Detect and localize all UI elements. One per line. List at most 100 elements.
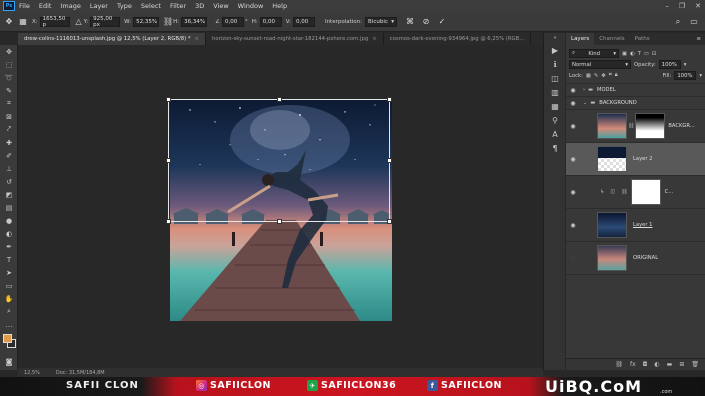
- height-field[interactable]: 36,34%: [181, 16, 208, 27]
- menu-select[interactable]: Select: [141, 2, 161, 10]
- close-tab-icon[interactable]: ×: [195, 36, 199, 42]
- warp-mode-icon[interactable]: ⌘: [405, 17, 415, 27]
- search-icon[interactable]: ⌕: [673, 17, 683, 27]
- eye-icon[interactable]: ◉: [566, 156, 580, 163]
- collapse-panels-icon[interactable]: «: [544, 33, 566, 43]
- transform-handle-ml[interactable]: [166, 158, 171, 163]
- workspace-icon[interactable]: ▭: [689, 17, 699, 27]
- menu-image[interactable]: Image: [60, 2, 80, 10]
- maximize-icon[interactable]: ❐: [679, 2, 685, 10]
- lock-position-icon[interactable]: ✥: [601, 73, 605, 79]
- rectangle-icon[interactable]: ▭: [0, 279, 18, 292]
- lasso-icon[interactable]: ➰: [0, 71, 18, 84]
- interpolation-select[interactable]: Bicubic ▾: [365, 16, 398, 27]
- brush-settings-icon[interactable]: ⚲: [544, 113, 566, 127]
- angle-field[interactable]: 0,00: [222, 16, 245, 27]
- frame-icon[interactable]: ⊠: [0, 110, 18, 123]
- layer-row-backgr[interactable]: ◉ ⛓ BACKGR...: [566, 110, 705, 143]
- chevron-down-icon[interactable]: ▾: [684, 62, 687, 68]
- transform-handle-tc[interactable]: [277, 97, 282, 102]
- kind-filter-select[interactable]: ⌕ Kind ▾: [569, 49, 619, 58]
- y-field[interactable]: 925,00 px: [90, 16, 121, 28]
- pen-icon[interactable]: ✒: [0, 240, 18, 253]
- healing-brush-icon[interactable]: ✚: [0, 136, 18, 149]
- filter-smart-icon[interactable]: ⊡: [652, 51, 656, 57]
- brush-icon[interactable]: ✐: [0, 149, 18, 162]
- menu-layer[interactable]: Layer: [90, 2, 108, 10]
- opacity-field[interactable]: 100%: [658, 60, 681, 69]
- transform-handle-br[interactable]: [387, 219, 392, 224]
- transform-bounding-box[interactable]: [166, 97, 392, 224]
- x-field[interactable]: 1653,50 p: [39, 16, 70, 28]
- menu-3d[interactable]: 3D: [195, 2, 204, 10]
- layer-mask-thumbnail[interactable]: [635, 113, 666, 139]
- lock-artboard-icon[interactable]: ⌗: [609, 72, 612, 79]
- quick-mask-icon[interactable]: ◙: [0, 355, 18, 368]
- new-adjustment-icon[interactable]: ◐: [654, 361, 659, 368]
- layer-row-model[interactable]: ◉ › ▬ MODEL: [566, 84, 705, 97]
- path-selection-icon[interactable]: ➤: [0, 266, 18, 279]
- filter-pixel-icon[interactable]: ▣: [622, 51, 627, 57]
- eye-icon[interactable]: ◉: [566, 222, 580, 229]
- eraser-icon[interactable]: ◩: [0, 188, 18, 201]
- color-swatches[interactable]: [0, 331, 18, 355]
- hand-icon[interactable]: ✋: [0, 292, 18, 305]
- width-field[interactable]: 52,35%: [133, 16, 160, 27]
- history-brush-icon[interactable]: ↺: [0, 175, 18, 188]
- lock-pixels-icon[interactable]: ▦: [586, 73, 591, 79]
- move-icon[interactable]: ✥: [0, 45, 18, 58]
- history-icon[interactable]: ▶: [544, 43, 566, 57]
- menu-filter[interactable]: Filter: [170, 2, 186, 10]
- chevron-down-icon[interactable]: ▾: [699, 73, 702, 79]
- new-group-icon[interactable]: ▬: [667, 361, 673, 368]
- fill-field[interactable]: 100%: [674, 71, 697, 80]
- marquee-icon[interactable]: ⬚: [0, 58, 18, 71]
- lock-all-icon[interactable]: 🔒︎: [615, 72, 618, 79]
- zoom-level[interactable]: 12,5%: [24, 370, 40, 376]
- tab-paths[interactable]: Paths: [630, 33, 655, 45]
- cancel-transform-icon[interactable]: ⊘: [421, 17, 431, 27]
- menu-edit[interactable]: Edit: [39, 2, 52, 10]
- link-layers-icon[interactable]: ⛓: [615, 361, 623, 368]
- chevron-right-icon[interactable]: ›: [583, 87, 585, 93]
- eye-icon[interactable]: ◉: [566, 123, 580, 130]
- vskew-field[interactable]: 0,00: [292, 16, 315, 27]
- character-icon[interactable]: A: [544, 127, 566, 141]
- tab-document-3[interactable]: cosmos-dark-evening-934964.jpg @ 6,25% (…: [384, 33, 532, 45]
- quick-select-icon[interactable]: ✎: [0, 84, 18, 97]
- filter-shape-icon[interactable]: ▭: [644, 51, 649, 57]
- eye-icon[interactable]: ◉: [566, 100, 580, 107]
- transform-handle-tl[interactable]: [166, 97, 171, 102]
- layer-row-layer-2[interactable]: ◉ Layer 2: [566, 143, 705, 176]
- layer-row-layer-1[interactable]: ◉ Layer 1: [566, 209, 705, 242]
- blend-mode-select[interactable]: Normal ▾: [569, 60, 631, 69]
- transform-handle-mr[interactable]: [387, 158, 392, 163]
- canvas-area[interactable]: [18, 45, 543, 368]
- tab-layers[interactable]: Layers: [566, 33, 595, 45]
- layer-row-background-group[interactable]: ◉ ⌄ ▬ BACKGROUND: [566, 97, 705, 110]
- new-layer-icon[interactable]: ⊞: [679, 361, 684, 368]
- crop-icon[interactable]: ⌗: [0, 97, 18, 110]
- move-tool-icon[interactable]: ✥: [4, 17, 14, 27]
- transform-handle-tr[interactable]: [387, 97, 392, 102]
- menu-help[interactable]: Help: [272, 2, 287, 10]
- minimize-icon[interactable]: –: [665, 2, 669, 10]
- lock-paint-icon[interactable]: ✎: [594, 73, 598, 79]
- eye-icon[interactable]: ◉: [566, 87, 580, 94]
- type-icon[interactable]: T: [0, 253, 18, 266]
- filter-adjustment-icon[interactable]: ◐: [630, 51, 635, 57]
- filter-type-icon[interactable]: T: [638, 51, 641, 57]
- hskew-field[interactable]: 0,00: [259, 16, 282, 27]
- layer-row-adjustment[interactable]: ◉ ↳ ◫ ⛓ C...: [566, 176, 705, 209]
- eye-icon[interactable]: ◌: [566, 255, 580, 262]
- close-icon[interactable]: ✕: [695, 2, 701, 10]
- blur-icon[interactable]: ●: [0, 214, 18, 227]
- trash-icon[interactable]: 🗑︎: [691, 361, 699, 368]
- tab-document-2[interactable]: horizon-sky-sunset-road-night-star-18214…: [206, 33, 384, 45]
- clone-stamp-icon[interactable]: ⊥: [0, 162, 18, 175]
- close-tab-icon[interactable]: ×: [372, 36, 376, 42]
- foreground-color-swatch[interactable]: [3, 334, 12, 343]
- libraries-icon[interactable]: ▥: [544, 85, 566, 99]
- transform-handle-bc[interactable]: [277, 219, 282, 224]
- panel-menu-icon[interactable]: ≡: [696, 36, 701, 42]
